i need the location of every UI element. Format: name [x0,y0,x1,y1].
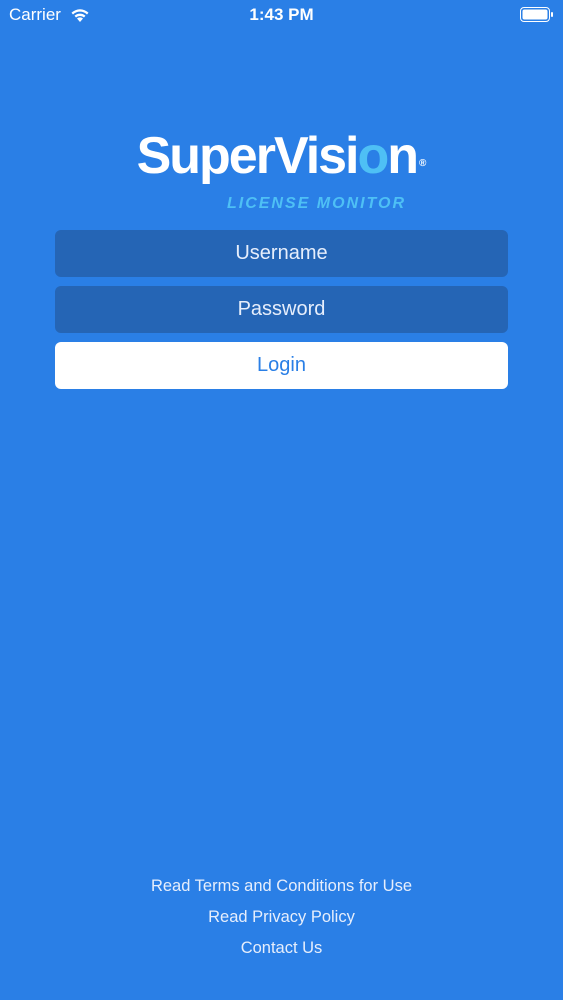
logo-text-start: SuperVisi [136,127,360,185]
logo-subtitle: LICENSE MONITOR [226,195,407,212]
login-button[interactable]: Login [55,342,508,389]
privacy-link[interactable]: Read Privacy Policy [0,904,563,935]
logo-wordmark: SuperVision ® LICENSE MONITOR [137,130,427,230]
password-placeholder: Password [237,298,326,320]
registered-mark: ® [419,158,427,169]
logo-text-accent: o [357,127,390,185]
username-field[interactable]: Username [55,230,508,277]
password-field[interactable]: Password [55,286,508,333]
logo-text-end: n [387,127,419,185]
username-placeholder: Username [235,242,328,264]
login-button-label: Login [257,354,306,376]
status-time: 1:43 PM [249,5,314,24]
app-logo: SuperVision ® LICENSE MONITOR [0,130,563,230]
terms-link[interactable]: Read Terms and Conditions for Use [0,873,563,904]
footer-links: Read Terms and Conditions for Use Read P… [0,873,563,966]
status-bar: Carrier 1:43 PM [0,0,563,30]
battery-icon [520,7,553,22]
contact-link[interactable]: Contact Us [0,935,563,966]
